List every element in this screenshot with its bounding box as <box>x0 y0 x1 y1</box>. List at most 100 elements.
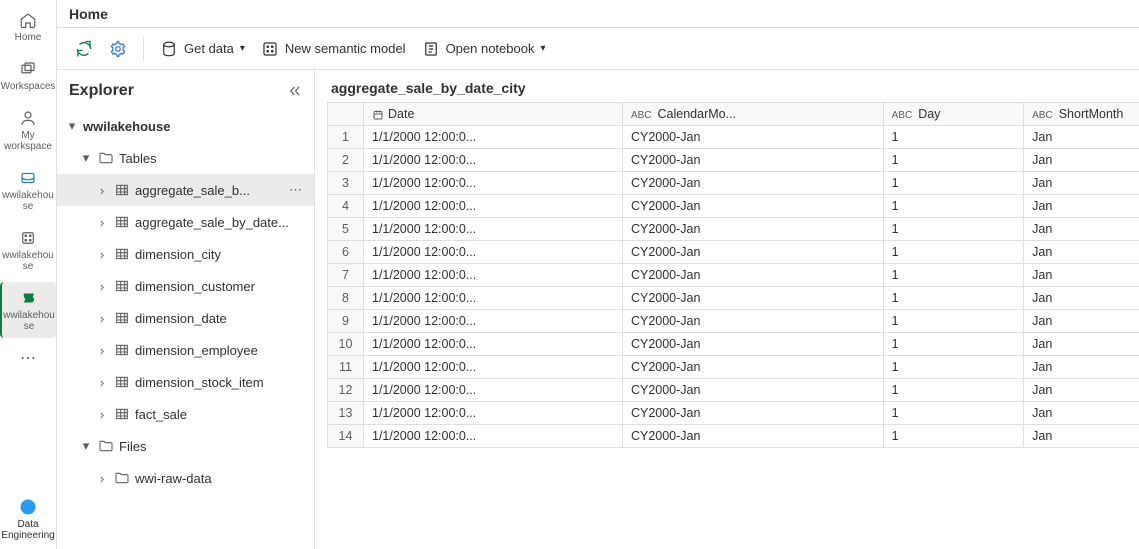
column-header[interactable]: ABCCalendarMo... <box>622 103 883 126</box>
table-row[interactable]: 31/1/2000 12:00:0...CY2000-Jan1Jan2000Co… <box>328 172 1139 195</box>
table-cell[interactable]: Jan <box>1024 264 1139 287</box>
settings-button[interactable] <box>103 36 133 62</box>
rail-my-workspace[interactable]: My workspace <box>0 102 56 158</box>
table-cell[interactable]: 1 <box>883 149 1024 172</box>
table-cell[interactable]: Jan <box>1024 241 1139 264</box>
more-icon[interactable]: ⋯ <box>285 182 306 198</box>
rail-lakehouse-3[interactable]: wwilakehouse <box>0 282 56 338</box>
table-row[interactable]: 121/1/2000 12:00:0...CY2000-Jan1Jan2000T… <box>328 379 1139 402</box>
table-cell[interactable]: CY2000-Jan <box>622 333 883 356</box>
table-row[interactable]: 21/1/2000 12:00:0...CY2000-Jan1Jan2000Be… <box>328 149 1139 172</box>
table-cell[interactable]: Jan <box>1024 218 1139 241</box>
table-cell[interactable]: 1/1/2000 12:00:0... <box>364 356 623 379</box>
table-cell[interactable]: 1/1/2000 12:00:0... <box>364 310 623 333</box>
table-cell[interactable]: Jan <box>1024 172 1139 195</box>
table-cell[interactable]: 1 <box>883 195 1024 218</box>
table-cell[interactable]: Jan <box>1024 356 1139 379</box>
rail-lakehouse-2[interactable]: wwilakehouse <box>0 222 56 278</box>
table-row[interactable]: 61/1/2000 12:00:0...CY2000-Jan1Jan2000Je… <box>328 241 1139 264</box>
table-cell[interactable]: CY2000-Jan <box>622 264 883 287</box>
table-cell[interactable]: 1 <box>883 333 1024 356</box>
table-cell[interactable]: Jan <box>1024 310 1139 333</box>
refresh-button[interactable] <box>69 36 99 62</box>
new-semantic-model-button[interactable]: New semantic model <box>255 36 412 62</box>
table-cell[interactable]: 1/1/2000 12:00:0... <box>364 287 623 310</box>
tree-table-item[interactable]: › aggregate_sale_b... ⋯ <box>57 174 314 206</box>
table-cell[interactable]: Jan <box>1024 333 1139 356</box>
table-cell[interactable]: CY2000-Jan <box>622 425 883 448</box>
column-header[interactable]: ABCDay <box>883 103 1024 126</box>
open-notebook-button[interactable]: Open notebook ▾ <box>416 36 552 62</box>
tree-tables[interactable]: ▾ Tables <box>57 142 314 174</box>
table-cell[interactable]: Jan <box>1024 126 1139 149</box>
table-cell[interactable]: 1 <box>883 425 1024 448</box>
table-row[interactable]: 41/1/2000 12:00:0...CY2000-Jan1Jan2000Eu… <box>328 195 1139 218</box>
table-row[interactable]: 101/1/2000 12:00:0...CY2000-Jan1Jan2000S… <box>328 333 1139 356</box>
table-cell[interactable]: CY2000-Jan <box>622 310 883 333</box>
tree-root[interactable]: ▾ wwilakehouse <box>57 110 314 142</box>
horizontal-scrollbar[interactable] <box>327 537 1139 549</box>
table-cell[interactable]: 1/1/2000 12:00:0... <box>364 241 623 264</box>
tree-table-item[interactable]: › dimension_stock_item <box>57 366 314 398</box>
table-cell[interactable]: CY2000-Jan <box>622 356 883 379</box>
table-cell[interactable]: CY2000-Jan <box>622 218 883 241</box>
data-grid[interactable]: DateABCCalendarMo...ABCDayABCShortMonth1… <box>315 102 1139 537</box>
tree-table-item[interactable]: › dimension_city <box>57 238 314 270</box>
tree-table-item[interactable]: › dimension_customer <box>57 270 314 302</box>
rail-workspaces[interactable]: Workspaces <box>0 53 56 98</box>
table-cell[interactable]: CY2000-Jan <box>622 402 883 425</box>
column-header[interactable]: ABCShortMonth <box>1024 103 1139 126</box>
table-row[interactable]: 51/1/2000 12:00:0...CY2000-Jan1Jan2000Hi… <box>328 218 1139 241</box>
table-cell[interactable]: CY2000-Jan <box>622 149 883 172</box>
rail-data-engineering[interactable]: Data Engineering <box>0 489 56 549</box>
table-cell[interactable]: 1 <box>883 379 1024 402</box>
table-cell[interactable]: 1 <box>883 310 1024 333</box>
table-cell[interactable]: 1 <box>883 356 1024 379</box>
table-cell[interactable]: CY2000-Jan <box>622 379 883 402</box>
table-cell[interactable]: 1/1/2000 12:00:0... <box>364 218 623 241</box>
tree-files[interactable]: ▾ Files <box>57 430 314 462</box>
table-cell[interactable]: 1/1/2000 12:00:0... <box>364 126 623 149</box>
table-cell[interactable]: 1 <box>883 218 1024 241</box>
table-cell[interactable]: CY2000-Jan <box>622 195 883 218</box>
table-cell[interactable]: Jan <box>1024 402 1139 425</box>
table-cell[interactable]: CY2000-Jan <box>622 287 883 310</box>
table-cell[interactable]: 1/1/2000 12:00:0... <box>364 149 623 172</box>
table-row[interactable]: 11/1/2000 12:00:0...CY2000-Jan1Jan2000Ba… <box>328 126 1139 149</box>
column-header-rownum[interactable] <box>328 103 364 126</box>
table-cell[interactable]: CY2000-Jan <box>622 172 883 195</box>
table-row[interactable]: 131/1/2000 12:00:0...CY2000-Jan1Jan2000A… <box>328 402 1139 425</box>
table-cell[interactable]: 1/1/2000 12:00:0... <box>364 402 623 425</box>
table-cell[interactable]: 1 <box>883 402 1024 425</box>
table-cell[interactable]: 1/1/2000 12:00:0... <box>364 195 623 218</box>
table-cell[interactable]: 1 <box>883 172 1024 195</box>
rail-home[interactable]: Home <box>0 4 56 49</box>
table-row[interactable]: 141/1/2000 12:00:0...CY2000-Jan1Jan2000E… <box>328 425 1139 448</box>
tree-table-item[interactable]: › dimension_date <box>57 302 314 334</box>
table-cell[interactable]: 1/1/2000 12:00:0... <box>364 172 623 195</box>
table-cell[interactable]: 1/1/2000 12:00:0... <box>364 333 623 356</box>
rail-lakehouse-1[interactable]: wwilakehouse <box>0 162 56 218</box>
table-row[interactable]: 91/1/2000 12:00:0...CY2000-Jan1Jan2000Ro… <box>328 310 1139 333</box>
collapse-icon[interactable] <box>288 84 302 98</box>
table-cell[interactable]: 1 <box>883 126 1024 149</box>
table-row[interactable]: 81/1/2000 12:00:0...CY2000-Jan1Jan2000Na… <box>328 287 1139 310</box>
column-header[interactable]: Date <box>364 103 623 126</box>
table-row[interactable]: 111/1/2000 12:00:0...CY2000-Jan1Jan2000S… <box>328 356 1139 379</box>
table-cell[interactable]: 1 <box>883 264 1024 287</box>
table-cell[interactable]: Jan <box>1024 149 1139 172</box>
tree-file-item[interactable]: › wwi-raw-data <box>57 462 314 494</box>
table-cell[interactable]: 1 <box>883 241 1024 264</box>
table-cell[interactable]: 1/1/2000 12:00:0... <box>364 425 623 448</box>
tree-table-item[interactable]: › dimension_employee <box>57 334 314 366</box>
table-cell[interactable]: CY2000-Jan <box>622 241 883 264</box>
table-cell[interactable]: Jan <box>1024 379 1139 402</box>
table-cell[interactable]: 1/1/2000 12:00:0... <box>364 379 623 402</box>
tree-table-item[interactable]: › aggregate_sale_by_date... <box>57 206 314 238</box>
table-cell[interactable]: Jan <box>1024 195 1139 218</box>
table-cell[interactable]: 1 <box>883 287 1024 310</box>
get-data-button[interactable]: Get data ▾ <box>154 36 251 62</box>
rail-more[interactable]: ⋯ <box>0 342 56 374</box>
table-row[interactable]: 71/1/2000 12:00:0...CY2000-Jan1Jan2000Ma… <box>328 264 1139 287</box>
table-cell[interactable]: Jan <box>1024 287 1139 310</box>
